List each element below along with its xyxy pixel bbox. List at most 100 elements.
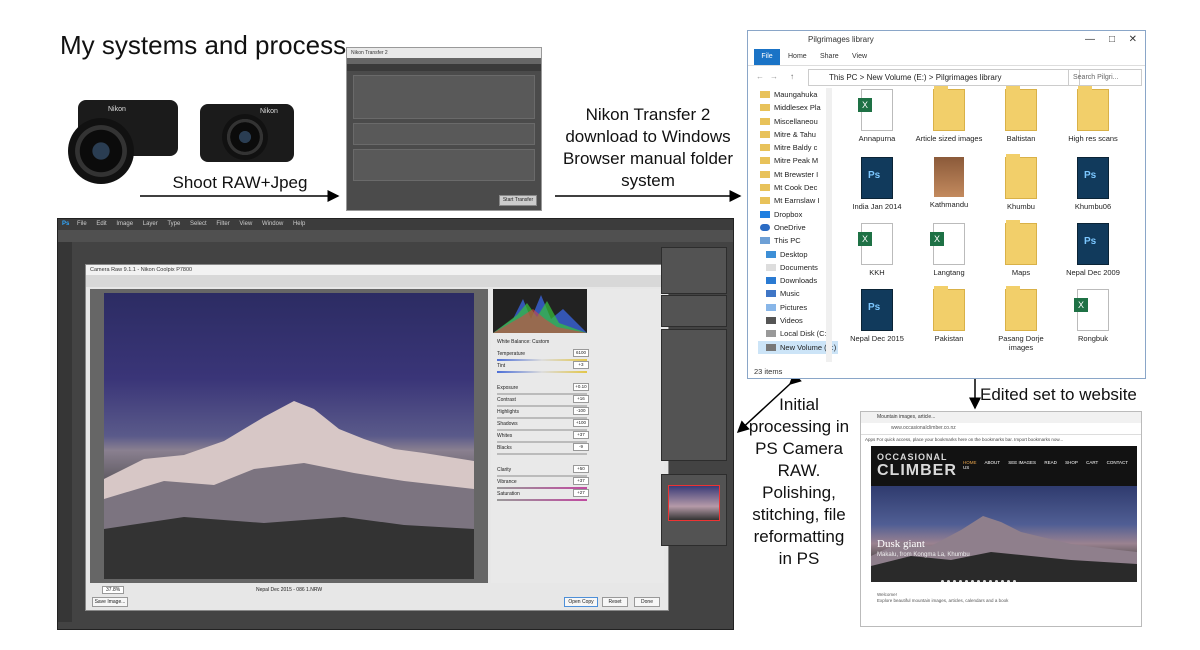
hero-title: Dusk giant [877, 538, 925, 550]
file-item[interactable]: Annapurna [843, 89, 911, 155]
open-copy-button[interactable]: Open Copy [564, 597, 598, 607]
site-logo[interactable]: OCCASIONAL CLIMBER [877, 450, 957, 479]
slider-tint[interactable]: Tint +3 [497, 361, 589, 373]
nav-scrollbar[interactable] [826, 88, 832, 362]
label-transfer-line1: Nikon Transfer 2 [585, 105, 711, 124]
browser-tab[interactable]: Mountain images, article... [861, 412, 1141, 423]
nikon-transfer-window: Nikon Transfer 2 Start Transfer [346, 47, 542, 211]
nav-shop[interactable]: SHOP [1065, 460, 1078, 465]
ps-menu-image[interactable]: Image [116, 221, 133, 227]
file-item[interactable]: KKH [843, 223, 911, 289]
ps-layers-panel[interactable] [661, 329, 727, 461]
file-item[interactable]: Maps [987, 220, 1055, 289]
ps-menu-type[interactable]: Type [167, 221, 180, 227]
website-screenshot: Mountain images, article... www.occasion… [860, 411, 1142, 627]
hero-image: Dusk giant Makalu, from Kongma La, Khumb… [871, 486, 1137, 582]
up-icon[interactable]: ↑ [790, 66, 794, 88]
ps-menu-filter[interactable]: Filter [216, 221, 229, 227]
ps-menu-layer[interactable]: Layer [143, 221, 158, 227]
file-item[interactable]: Pasang Dorje images [987, 286, 1055, 355]
ps-toolbar[interactable] [58, 242, 72, 622]
folder-icon [933, 86, 965, 131]
file-item[interactable]: India Jan 2014 [843, 157, 911, 223]
ribbon-tab-home[interactable]: Home [788, 49, 807, 65]
slider-whites[interactable]: Whites +37 [497, 431, 589, 443]
ps-menu-view[interactable]: View [239, 221, 252, 227]
photoshop-file-icon [1077, 157, 1109, 199]
pictures-icon [766, 303, 776, 311]
folder-icon [760, 117, 770, 125]
drive-icon [766, 330, 776, 338]
close-icon[interactable]: ✕ [1129, 31, 1137, 49]
start-transfer-button[interactable]: Start Transfer [499, 195, 537, 206]
slider-temperature[interactable]: Temperature 6100 [497, 349, 589, 361]
file-item[interactable]: Nepal Dec 2009 [1059, 223, 1127, 289]
forward-icon[interactable]: → [770, 66, 778, 88]
file-item[interactable]: Rongbuk [1059, 289, 1127, 355]
ribbon-tab-share[interactable]: Share [820, 49, 839, 65]
slider-saturation[interactable]: Saturation +27 [497, 489, 589, 501]
ps-menu-help[interactable]: Help [293, 221, 305, 227]
file-item[interactable]: Langtang [915, 223, 983, 289]
file-item[interactable]: Khumbu [987, 154, 1055, 223]
file-item[interactable]: Nepal Dec 2015 [843, 289, 911, 355]
folder-icon [760, 130, 770, 138]
ps-color-panel[interactable] [661, 247, 727, 294]
nav-cart[interactable]: CART [1086, 460, 1098, 465]
label-transfer-line2: download to Windows [565, 127, 731, 146]
file-item[interactable]: High res scans [1059, 86, 1127, 155]
ribbon-tab-file[interactable]: File [754, 49, 780, 65]
slider-contrast[interactable]: Contrast +16 [497, 395, 589, 407]
slide-dots[interactable] [941, 570, 1071, 582]
file-item[interactable]: Baltistan [987, 86, 1055, 155]
file-item[interactable]: Pakistan [915, 286, 983, 355]
videos-icon [766, 317, 776, 325]
search-input[interactable]: Search Pilgri... [1068, 69, 1142, 86]
minimize-icon[interactable]: — [1085, 31, 1095, 49]
address-bar[interactable]: This PC > New Volume (E:) > Pilgrimages … [808, 69, 1080, 86]
zoom-level[interactable]: 37.8% [102, 586, 125, 594]
ps-menu-file[interactable]: File [77, 221, 87, 227]
downloads-icon [766, 277, 776, 285]
done-button[interactable]: Done [634, 597, 660, 607]
dslr-brand: Nikon [108, 106, 126, 113]
ps-menu-select[interactable]: Select [190, 221, 207, 227]
ps-menu-edit[interactable]: Edit [96, 221, 106, 227]
slider-highlights[interactable]: Highlights -100 [497, 407, 589, 419]
ps-adjustments-panel[interactable] [661, 295, 727, 327]
nav-read[interactable]: READ [1044, 460, 1057, 465]
ribbon-tab-view[interactable]: View [852, 49, 867, 65]
nav-see-images[interactable]: SEE IMAGES [1008, 460, 1036, 465]
label-processing-line7: reformatting [753, 527, 845, 546]
hero-subtitle: Makalu, from Kongma La, Khumbu [877, 552, 970, 558]
slider-exposure[interactable]: Exposure +0.10 [497, 383, 589, 395]
slider-blacks[interactable]: Blacks -9 [497, 443, 589, 455]
reset-button[interactable]: Reset [602, 597, 628, 607]
url-bar[interactable]: www.occasionalclimber.co.nz [861, 423, 1141, 435]
file-item[interactable]: Kathmandu [915, 157, 983, 223]
excel-icon [1074, 289, 1109, 331]
maximize-icon[interactable]: □ [1109, 31, 1115, 49]
logo-bottom: CLIMBER [877, 462, 957, 479]
file-item[interactable]: Khumbu06 [1059, 157, 1127, 223]
photoshop-window: Ps File Edit Image Layer Type Select Fil… [57, 218, 734, 630]
ps-menu-window[interactable]: Window [262, 221, 283, 227]
file-item[interactable]: Article sized images [915, 86, 983, 155]
save-image-button[interactable]: Save Image... [92, 597, 128, 607]
slider-clarity[interactable]: Clarity +50 [497, 465, 589, 477]
folder-icon [1005, 86, 1037, 131]
back-icon[interactable]: ← [756, 66, 764, 88]
dslr-camera: Nikon [68, 92, 184, 184]
camera-raw-dialog: Camera Raw 9.1.1 - Nikon Coolpix P7800 W… [85, 264, 669, 611]
hero-mountain [871, 516, 1137, 582]
slider-vibrance[interactable]: Vibrance +37 [497, 477, 589, 489]
nav-about[interactable]: ABOUT [985, 460, 1001, 465]
white-balance[interactable]: White Balance: Custom [497, 339, 549, 345]
site-body: Welcome! Explore beautiful mountain imag… [871, 588, 1137, 608]
site-header: OCCASIONAL CLIMBER HOME ABOUT SEE IMAGES… [871, 446, 1137, 486]
slider-shadows[interactable]: Shadows +100 [497, 419, 589, 431]
label-processing-line4: RAW. [777, 461, 821, 480]
ps-navigator-panel[interactable] [661, 474, 727, 546]
camera-raw-toolbar[interactable] [86, 275, 668, 287]
explorer-title: Pilgrimages library [808, 35, 874, 44]
